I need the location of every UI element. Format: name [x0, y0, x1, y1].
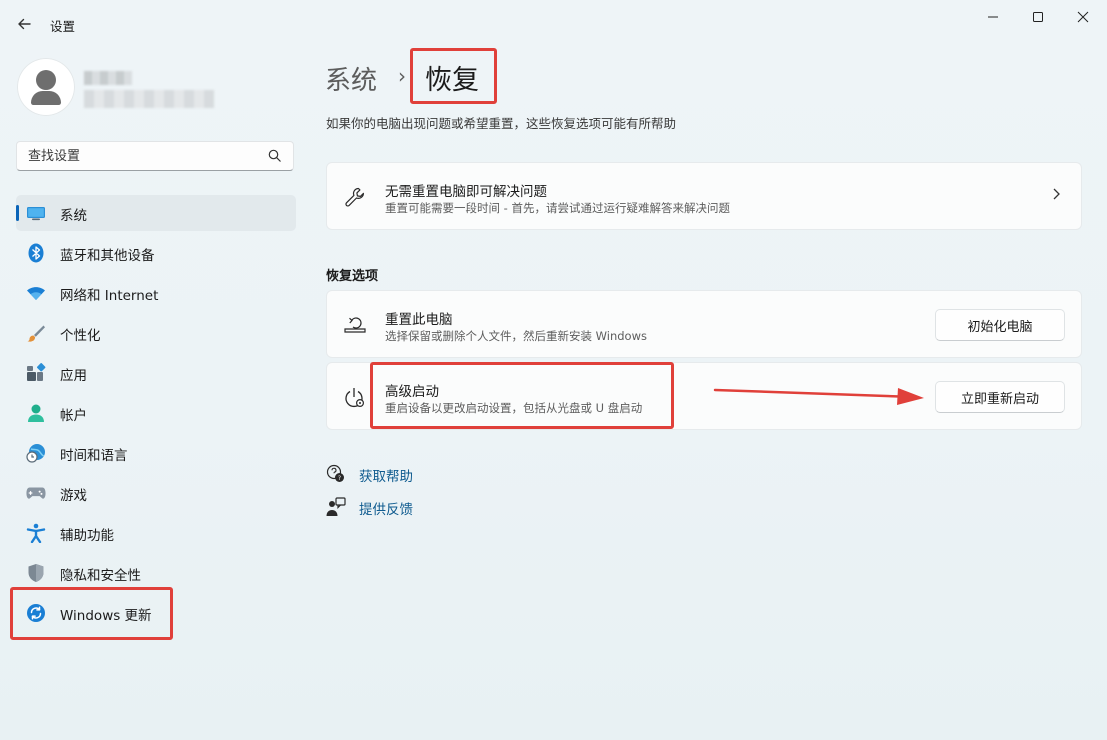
- give-feedback-label[interactable]: 提供反馈: [359, 498, 413, 518]
- close-button[interactable]: [1060, 2, 1106, 32]
- sidebar-item-label: 时间和语言: [60, 448, 128, 464]
- power-settings-icon: [343, 386, 367, 410]
- account-icon: [26, 403, 46, 423]
- close-icon: [1077, 11, 1089, 23]
- avatar-person-icon: [36, 70, 56, 90]
- app-title: 设置: [50, 19, 76, 34]
- sidebar-item-personalization[interactable]: 个性化: [16, 315, 296, 351]
- sidebar-item-gaming[interactable]: 游戏: [16, 475, 296, 511]
- feedback-icon: [326, 497, 346, 517]
- sidebar-item-system[interactable]: 系统: [16, 195, 296, 231]
- breadcrumb-separator: ›: [398, 64, 406, 88]
- search-icon[interactable]: [267, 148, 283, 164]
- annotation-box-windows-update: [10, 587, 173, 640]
- gamepad-icon: [26, 483, 46, 503]
- sidebar-item-label: 网络和 Internet: [60, 288, 159, 304]
- minimize-icon: [988, 16, 998, 18]
- sidebar-item-label: 隐私和安全性: [60, 568, 141, 584]
- annotation-arrow: [713, 388, 924, 405]
- section-heading: 恢复选项: [326, 269, 379, 284]
- sidebar-item-label: 蓝牙和其他设备: [60, 248, 155, 264]
- get-help-label[interactable]: 获取帮助: [359, 465, 413, 485]
- sidebar-item-accounts[interactable]: 帐户: [16, 395, 296, 431]
- sidebar-item-label: 辅助功能: [60, 528, 114, 544]
- maximize-icon: [1033, 12, 1043, 22]
- sidebar-item-apps[interactable]: 应用: [16, 355, 296, 391]
- search-box[interactable]: [16, 141, 294, 171]
- card-title: 无需重置电脑即可解决问题: [385, 184, 547, 200]
- get-help-link[interactable]: ? 获取帮助: [326, 462, 413, 486]
- chevron-right-icon: [1051, 186, 1061, 205]
- annotation-box-advanced-startup: [370, 362, 674, 429]
- account-name-redacted: [84, 71, 132, 85]
- give-feedback-link[interactable]: 提供反馈: [326, 495, 413, 519]
- sidebar-item-label: 帐户: [60, 408, 87, 424]
- reset-pc-card: 重置此电脑 选择保留或删除个人文件，然后重新安装 Windows 初始化电脑: [326, 290, 1082, 358]
- card-subtitle: 重置可能需要一段时间 - 首先，请尝试通过运行疑难解答来解决问题: [385, 201, 730, 215]
- avatar-person-body: [31, 91, 61, 105]
- sidebar-item-label: 个性化: [60, 328, 101, 344]
- sidebar-item-label: 系统: [60, 208, 87, 224]
- monitor-icon: [26, 203, 46, 223]
- troubleshoot-card[interactable]: 无需重置电脑即可解决问题 重置可能需要一段时间 - 首先，请尝试通过运行疑难解答…: [326, 162, 1082, 230]
- card-title: 重置此电脑: [385, 312, 453, 328]
- account-email-redacted: [84, 90, 214, 108]
- brush-icon: [26, 323, 46, 343]
- annotation-box-page-title: [410, 48, 497, 104]
- wrench-icon: [343, 185, 367, 209]
- restart-now-button[interactable]: 立即重新启动: [935, 381, 1065, 413]
- sidebar-item-privacy[interactable]: 隐私和安全性: [16, 555, 296, 591]
- reset-pc-button[interactable]: 初始化电脑: [935, 309, 1065, 341]
- bluetooth-icon: [26, 243, 46, 263]
- svg-text:?: ?: [338, 475, 341, 482]
- help-chat-icon: ?: [326, 464, 346, 484]
- sidebar-item-network[interactable]: 网络和 Internet: [16, 275, 296, 311]
- page-description: 如果你的电脑出现问题或希望重置，这些恢复选项可能有所帮助: [326, 116, 677, 131]
- maximize-button[interactable]: [1015, 2, 1061, 32]
- back-arrow-icon: [18, 18, 31, 30]
- reset-pc-icon: [343, 313, 367, 337]
- minimize-button[interactable]: [970, 2, 1016, 32]
- accessibility-icon: [26, 523, 46, 543]
- sidebar-item-time-language[interactable]: 时间和语言: [16, 435, 296, 471]
- back-button[interactable]: [10, 10, 38, 38]
- sidebar-item-label: 应用: [60, 368, 87, 384]
- breadcrumb-parent[interactable]: 系统: [325, 60, 377, 97]
- card-subtitle: 选择保留或删除个人文件，然后重新安装 Windows: [385, 329, 647, 343]
- wifi-icon: [26, 283, 46, 303]
- search-input[interactable]: [26, 148, 260, 165]
- shield-icon: [26, 563, 46, 583]
- sidebar-item-bluetooth[interactable]: 蓝牙和其他设备: [16, 235, 296, 271]
- sidebar-item-label: 游戏: [60, 488, 87, 504]
- sidebar-item-accessibility[interactable]: 辅助功能: [16, 515, 296, 551]
- apps-icon: [26, 363, 46, 383]
- globe-clock-icon: [26, 443, 46, 463]
- selection-indicator: [16, 205, 19, 221]
